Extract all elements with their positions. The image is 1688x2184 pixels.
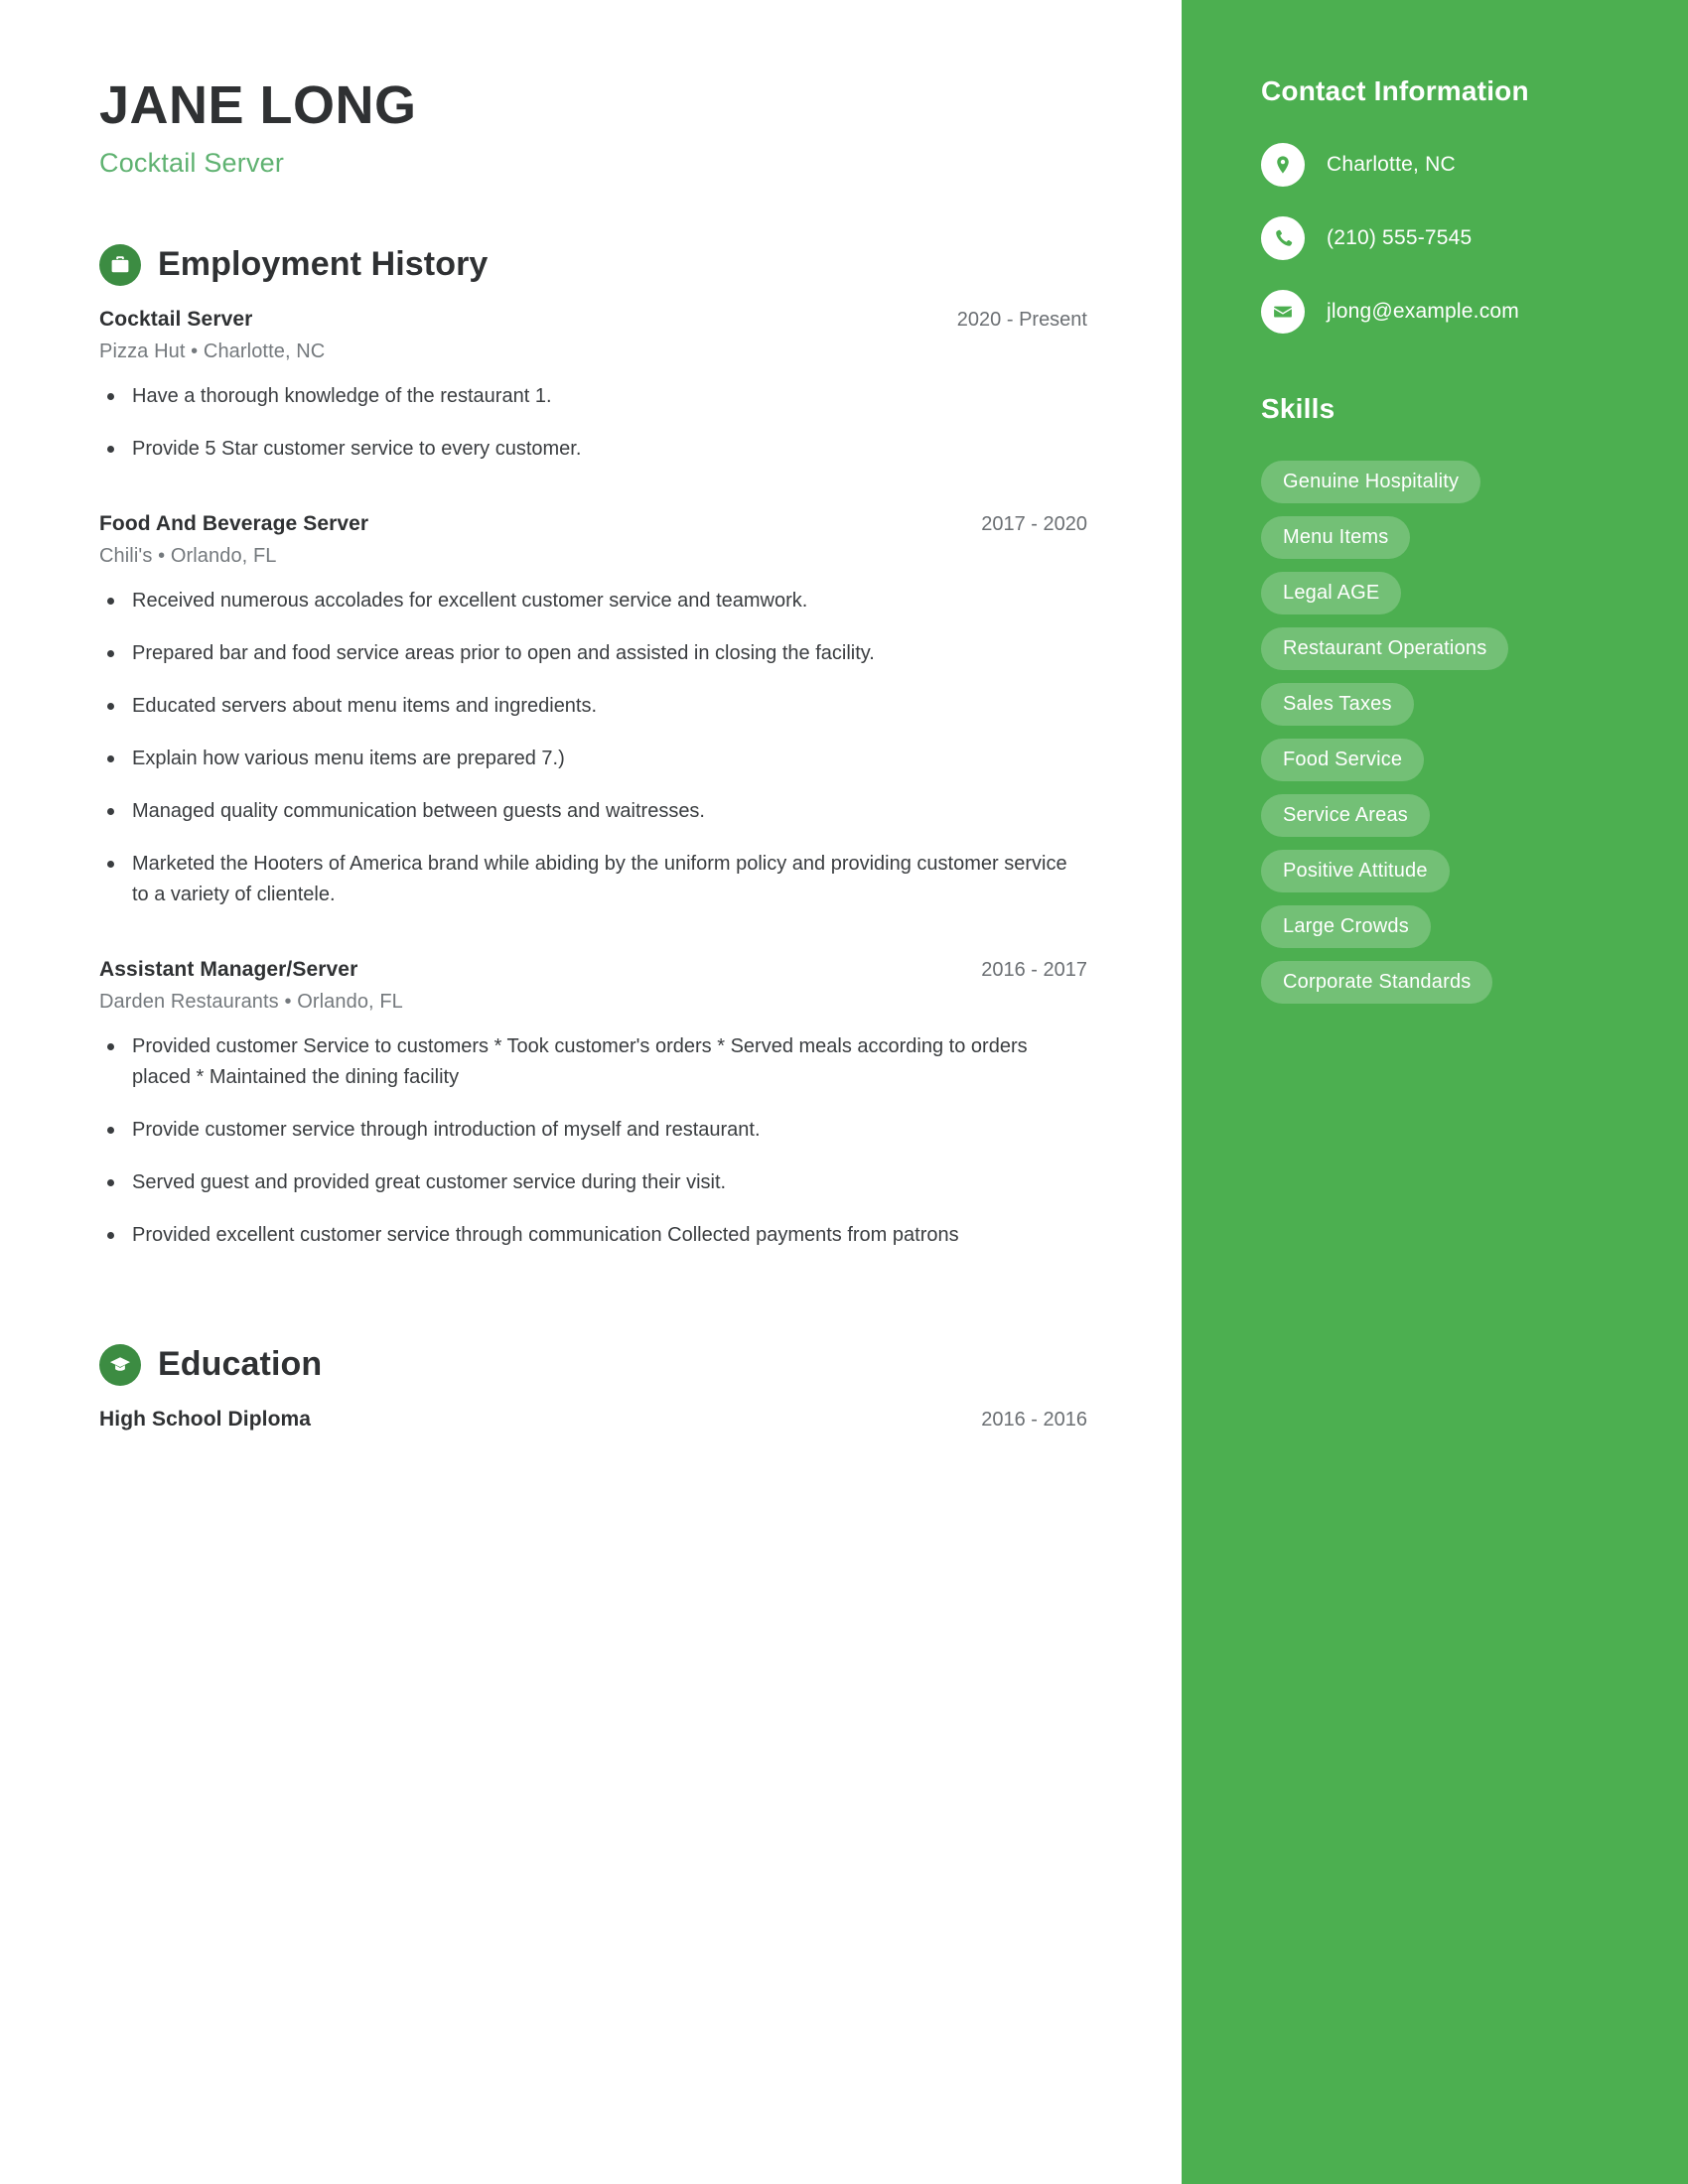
education-degree: High School Diploma [99, 1407, 312, 1431]
education-dates: 2016 - 2016 [981, 1408, 1087, 1431]
skill-tag: Corporate Standards [1261, 961, 1493, 1004]
briefcase-icon [99, 243, 141, 286]
entry-dates: 2016 - 2017 [981, 958, 1087, 981]
entry-company-location: Pizza Hut • Charlotte, NC [99, 340, 326, 362]
contact-phone-value: (210) 555-7545 [1327, 226, 1473, 249]
list-item: Marketed the Hooters of America brand wh… [99, 849, 1087, 910]
entry-company-location: Darden Restaurants • Orlando, FL [99, 990, 403, 1013]
entry-company-location: Chili's • Orlando, FL [99, 544, 277, 567]
list-item: Explain how various menu items are prepa… [99, 744, 1087, 774]
contact-item-location: Charlotte, NC [1261, 143, 1628, 187]
skills-list: Genuine Hospitality Menu Items Legal AGE… [1261, 461, 1628, 1004]
phone-icon [1261, 216, 1305, 260]
employment-entry: Food And Beverage Server 2017 - 2020 Chi… [99, 512, 1087, 910]
list-item: Served guest and provided great customer… [99, 1167, 1087, 1198]
entry-header: Assistant Manager/Server 2016 - 2017 [99, 958, 1087, 982]
list-item: Educated servers about menu items and in… [99, 691, 1087, 722]
list-item: Managed quality communication between gu… [99, 796, 1087, 827]
sidebar-title-skills: Skills [1261, 393, 1336, 424]
section-title-education: Education [158, 1345, 323, 1384]
section-header-education: Education [99, 1343, 1087, 1386]
entry-dates: 2020 - Present [956, 308, 1087, 331]
list-item: Provide 5 Star customer service to every… [99, 434, 1087, 465]
employment-entry: Assistant Manager/Server 2016 - 2017 Dar… [99, 958, 1087, 1251]
sidebar-title-contact: Contact Information [1261, 75, 1529, 106]
resume-main-column: JANE LONG Cocktail Server Employment His… [0, 0, 1182, 2184]
job-title-subtitle: Cocktail Server [99, 147, 285, 178]
list-item: Provide customer service through introdu… [99, 1115, 1087, 1146]
entry-role: Cocktail Server [99, 307, 253, 331]
list-item: Prepared bar and food service areas prio… [99, 638, 1087, 669]
skill-tag: Large Crowds [1261, 905, 1431, 948]
skill-tag: Restaurant Operations [1261, 627, 1509, 670]
resume-sidebar: Contact Information Charlotte, NC (210) … [1182, 0, 1688, 2184]
entry-header: Food And Beverage Server 2017 - 2020 [99, 512, 1087, 536]
skill-tag: Legal AGE [1261, 572, 1402, 614]
entry-spacer [99, 932, 1087, 958]
section-header-employment: Employment History [99, 243, 1087, 286]
skill-tag: Service Areas [1261, 794, 1430, 837]
list-item: Provided customer Service to customers *… [99, 1031, 1087, 1093]
entry-dates: 2017 - 2020 [981, 512, 1087, 535]
entry-spacer [99, 486, 1087, 512]
entry-role: Assistant Manager/Server [99, 957, 358, 981]
entry-bullet-list: Provided customer Service to customers *… [99, 1031, 1087, 1251]
contact-item-email: jlong@example.com [1261, 290, 1628, 334]
list-item: Received numerous accolades for excellen… [99, 586, 1087, 616]
page-title: JANE LONG [99, 75, 417, 135]
contact-item-phone: (210) 555-7545 [1261, 216, 1628, 260]
section-title-employment: Employment History [158, 245, 489, 284]
skill-tag: Menu Items [1261, 516, 1411, 559]
entry-header: High School Diploma 2016 - 2016 [99, 1408, 1087, 1432]
envelope-icon [1261, 290, 1305, 334]
entry-bullet-list: Received numerous accolades for excellen… [99, 586, 1087, 910]
contact-list: Charlotte, NC (210) 555-7545 jlong@examp… [1261, 143, 1628, 334]
education-entry: High School Diploma 2016 - 2016 [99, 1408, 1087, 1432]
entry-header: Cocktail Server 2020 - Present [99, 308, 1087, 332]
skill-tag: Positive Attitude [1261, 850, 1450, 892]
list-item: Provided excellent customer service thro… [99, 1220, 1087, 1251]
resume-page: JANE LONG Cocktail Server Employment His… [0, 0, 1688, 2184]
contact-location-value: Charlotte, NC [1327, 153, 1456, 176]
employment-entry: Cocktail Server 2020 - Present Pizza Hut… [99, 308, 1087, 465]
skill-tag: Sales Taxes [1261, 683, 1414, 726]
entry-role: Food And Beverage Server [99, 511, 369, 535]
graduation-cap-icon [99, 1343, 141, 1386]
entry-bullet-list: Have a thorough knowledge of the restaur… [99, 381, 1087, 465]
contact-email-value: jlong@example.com [1327, 300, 1519, 323]
location-pin-icon [1261, 143, 1305, 187]
skill-tag: Food Service [1261, 739, 1425, 781]
skill-tag: Genuine Hospitality [1261, 461, 1481, 503]
list-item: Have a thorough knowledge of the restaur… [99, 381, 1087, 412]
name-block: JANE LONG Cocktail Server [99, 77, 1087, 179]
